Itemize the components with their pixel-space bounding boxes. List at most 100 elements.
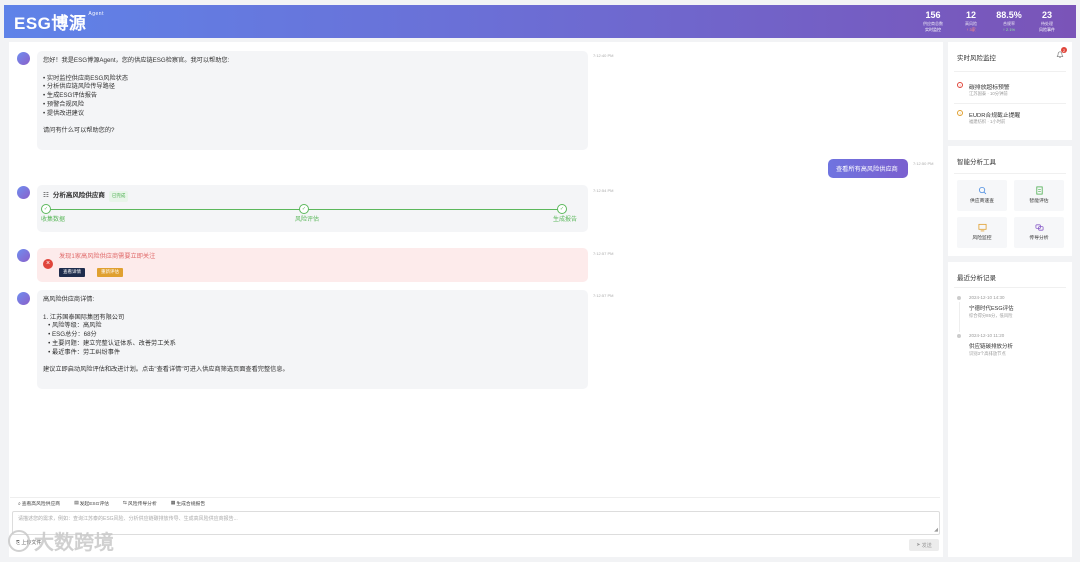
welcome-bubble: 您好！我是ESG博源Agent，您的供应链ESG检察官。我可以帮助您: • 实时监… [37, 51, 588, 150]
stat-value: 23 [1041, 10, 1052, 20]
reevaluate-button[interactable]: 重新评估 [97, 268, 123, 277]
timestamp: 7:12:40 PM [593, 53, 614, 58]
risk-title: EUDR合规截止提醒 [969, 113, 1021, 119]
agent-avatar [17, 249, 30, 262]
timestamp: 7:12:54 PM [593, 188, 614, 193]
message-line: 请问有什么可以帮助您的? [43, 127, 115, 135]
tool-smart-eval[interactable]: 智能评估 [1014, 180, 1064, 211]
history-card: 最近分析记录 2024-12-10 14:30 宁德时代ESG评估 综合得分85… [948, 262, 1072, 557]
quick-action-high-risk[interactable]: ⌕ 查看高风险供应商 [18, 500, 60, 508]
step-1: ✓ 收集数据 [41, 204, 65, 225]
doc-icon [1035, 186, 1043, 195]
card-title: 最近分析记录 [957, 275, 996, 282]
message-line: 1. 江苏国泰国际集团有限公司 [43, 313, 125, 321]
timeline-line [958, 302, 960, 332]
history-sub: 识别3个高排放节点 [969, 351, 1006, 356]
timestamp: 7:12:50 PM [913, 161, 934, 166]
quick-action-report[interactable]: ▦ 生成合规报告 [171, 500, 205, 507]
history-sub: 综合得分85分，低风险 [969, 313, 1013, 318]
app-logo[interactable]: ESG博源 Agent [14, 9, 104, 34]
quick-action-label: 风险传导分析 [127, 502, 157, 507]
card-title: 智能分析工具 [957, 159, 996, 166]
task-icon: ☷ [43, 192, 49, 199]
message-line: 建议立即启动风险评估和改进计划。点击"查看详情"可进入供应商筛选页面查看完整信息… [43, 366, 289, 374]
message-line: • ESG总分：68分 [43, 331, 97, 339]
send-button[interactable]: ➤ 发送 [909, 539, 939, 551]
message-line: • 实时监控供应商ESG风险状态 [43, 74, 129, 82]
search-icon: ⌕ [18, 501, 21, 507]
card-title: 实时风险监控 [957, 55, 996, 62]
quick-actions-bar: ⌕ 查看高风险供应商 ▤ 发起ESG评估 ⇆ 风险传导分析 ▦ 生成合规报告 [10, 497, 940, 509]
step-label: 风险评估 [295, 217, 320, 223]
watermark: 大数跨境 [8, 526, 114, 555]
message-line: • 提供改进建议 [43, 109, 85, 117]
logo-text: ESG博源 [14, 14, 87, 33]
tool-propagation[interactable]: 传导分析 [1014, 217, 1064, 248]
risk-title: 碳排放超标预警 [969, 85, 1010, 91]
tool-label: 风险监控 [972, 236, 992, 241]
view-detail-button[interactable]: 查看详情 [59, 268, 85, 277]
tool-label: 供应商速查 [970, 199, 994, 204]
message-line [43, 66, 582, 75]
warning-icon: ! [957, 82, 963, 88]
message-line: • 风险等级：高风险 [43, 322, 102, 330]
task-steps: ✓ 收集数据 ✓ 风险评估 ✓ 生成报告 [41, 204, 577, 225]
message-line: • 分析供应链风险传导路径 [43, 83, 115, 91]
history-title: 供应链碳排放分析 [969, 344, 1014, 350]
top-header: ESG博源 Agent 156 供应商总数 实时监控 12 高风险 ↑ 3家 88.5% 合规率… [4, 5, 1076, 38]
tool-label: 智能评估 [1029, 199, 1049, 204]
message-line [43, 119, 582, 128]
divider [954, 71, 1066, 72]
watermark-text: 大数跨境 [34, 532, 114, 554]
task-title: 分析高风险供应商 [52, 192, 105, 199]
risk-sub: 福建纺织 · 1小时前 [969, 119, 1006, 124]
stat-label: 待处理 [1041, 21, 1053, 26]
stat-label: 高风险 [965, 21, 977, 26]
step-label: 生成报告 [553, 217, 578, 223]
header-stat: 156 供应商总数 实时监控 [914, 10, 952, 33]
send-label: 发送 [921, 542, 932, 549]
stat-value: 88.5% [996, 10, 1022, 20]
stat-sub: 实时监控 [925, 27, 941, 32]
user-message: 查看所有高风险供应商 [828, 159, 908, 178]
agent-avatar [17, 292, 30, 305]
chart-icon: ▦ [170, 501, 176, 506]
timestamp: 7:12:57 PM [593, 251, 614, 256]
risk-monitor-card: 实时风险监控 2 ! 碳排放超标预警 江苏国泰 · 10分钟前 ! EUDR合规… [948, 42, 1072, 140]
error-icon: × [43, 259, 53, 269]
task-bubble: ☷ 分析高风险供应商 已完成 ✓ 收集数据 ✓ 风险评估 ✓ 生成报告 [37, 185, 588, 232]
quick-action-esg-eval[interactable]: ▤ 发起ESG评估 [74, 500, 109, 507]
stat-label: 合规率 [1003, 21, 1015, 26]
resize-handle-icon[interactable]: ◢ [934, 527, 938, 533]
message-line: 您好！我是ESG博源Agent，您的供应链ESG检察官。我可以帮助您: [43, 57, 230, 64]
check-icon: ✓ [41, 204, 51, 214]
message-line: • 主要问题：建立完整认证体系、改善劳工关系 [43, 339, 176, 347]
agent-avatar [17, 186, 30, 199]
step-3: ✓ 生成报告 [553, 204, 577, 225]
divider [954, 173, 1066, 174]
step-2: ✓ 风险评估 [295, 204, 319, 225]
stat-sub: 风险事件 [1039, 27, 1055, 32]
link-icon [1034, 224, 1044, 231]
analysis-tools-card: 智能分析工具 供应商速查 智能评估 风险监控 传导分析 [948, 146, 1072, 256]
history-time: 2024-12-10 14:30 [969, 295, 1005, 300]
message-line [43, 305, 582, 314]
message-input[interactable]: 请描述您的需求，例如：查询江苏泰的ESG风险、分析供应链碳排放传导、生成高风险供… [12, 511, 940, 535]
check-icon: ✓ [299, 204, 309, 214]
tool-risk-monitor[interactable]: 风险监控 [957, 217, 1007, 248]
stat-label: 供应商总数 [923, 21, 943, 26]
stat-sub: ↑ 2.1% [1002, 27, 1016, 32]
message-line: • 生成ESG评估报告 [43, 92, 98, 100]
warning-icon: ! [957, 110, 963, 116]
timeline-dot [957, 334, 961, 338]
link-icon: ⇆ [122, 501, 127, 506]
stat-value: 156 [925, 10, 941, 20]
quick-action-label: 发起ESG评估 [79, 502, 109, 507]
chat-panel: 您好！我是ESG博源Agent，您的供应链ESG检察官。我可以帮助您: • 实时监… [9, 42, 943, 557]
history-title: 宁德时代ESG评估 [969, 306, 1014, 312]
agent-avatar [17, 52, 30, 65]
tool-supplier-search[interactable]: 供应商速查 [957, 180, 1007, 211]
stat-sub: ↑ 3家 [966, 27, 976, 32]
quick-action-risk-path[interactable]: ⇆ 风险传导分析 [123, 500, 157, 507]
check-icon: ✓ [557, 204, 567, 214]
